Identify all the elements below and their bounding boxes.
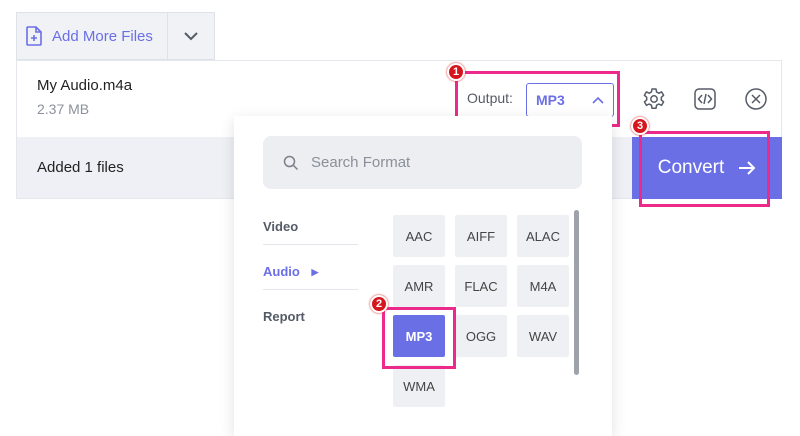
category-divider	[263, 289, 358, 290]
settings-button[interactable]	[641, 86, 667, 112]
search-icon	[283, 155, 299, 170]
format-option-m4a[interactable]: M4A	[517, 265, 569, 307]
mp3-highlight-box	[382, 307, 456, 369]
add-file-icon	[26, 26, 42, 46]
format-option-aiff[interactable]: AIFF	[455, 215, 507, 257]
category-report[interactable]: Report	[263, 309, 358, 324]
format-list-scrollbar[interactable]	[574, 210, 579, 375]
step-badge-3: 3	[631, 117, 649, 135]
category-divider	[263, 244, 358, 245]
format-search-placeholder: Search Format	[311, 154, 411, 171]
embed-code-button[interactable]	[692, 86, 718, 112]
format-option-alac[interactable]: ALAC	[517, 215, 569, 257]
gear-icon	[643, 88, 665, 109]
format-option-wav[interactable]: WAV	[517, 315, 569, 357]
category-video[interactable]: Video	[263, 219, 358, 234]
add-files-dropdown-button[interactable]	[167, 12, 215, 60]
add-more-files-label: Add More Files	[52, 27, 153, 45]
add-more-files-button[interactable]: Add More Files	[16, 12, 167, 60]
added-files-status: Added 1 files	[37, 159, 124, 176]
caret-right-icon: ▶	[311, 267, 319, 277]
step-badge-1: 1	[447, 63, 465, 81]
category-audio[interactable]: Audio ▶	[263, 264, 358, 279]
file-size: 2.37 MB	[37, 101, 90, 117]
code-icon	[694, 88, 716, 110]
format-option-aac[interactable]: AAC	[393, 215, 445, 257]
convert-highlight-box	[639, 131, 770, 207]
file-name: My Audio.m4a	[37, 77, 133, 94]
format-option-flac[interactable]: FLAC	[455, 265, 507, 307]
category-audio-label: Audio	[263, 264, 300, 279]
format-option-ogg[interactable]: OGG	[455, 315, 507, 357]
close-circle-icon	[745, 88, 767, 110]
format-option-amr[interactable]: AMR	[393, 265, 445, 307]
format-search-box[interactable]: Search Format	[263, 136, 582, 189]
remove-file-button[interactable]	[743, 86, 769, 112]
format-option-wma[interactable]: WMA	[393, 365, 445, 407]
step-badge-2: 2	[370, 295, 388, 313]
chevron-down-icon	[184, 32, 198, 41]
